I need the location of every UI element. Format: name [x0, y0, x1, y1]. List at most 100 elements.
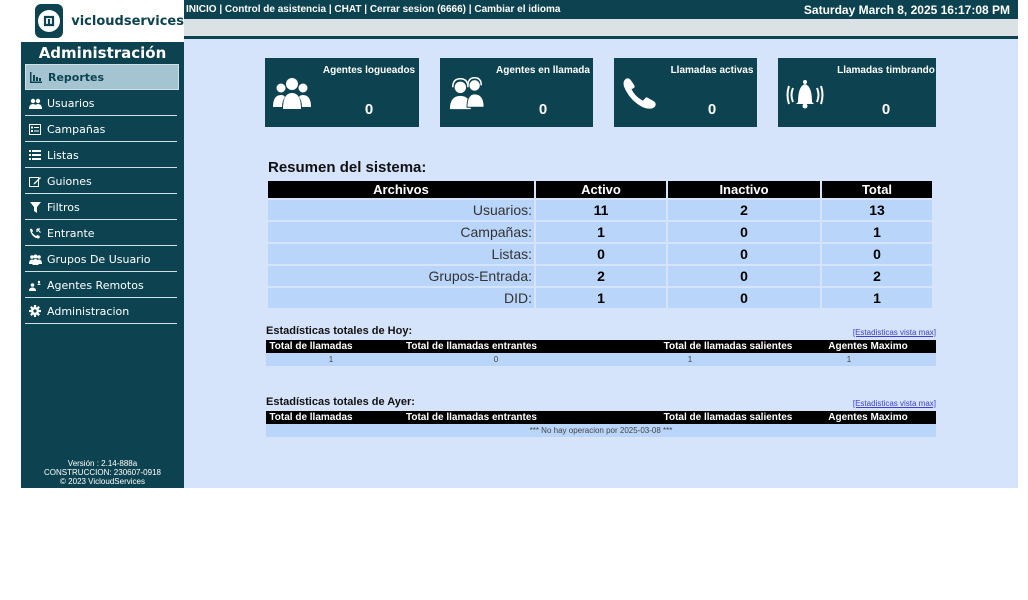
table-header-row: Total de llamadas Total de llamadas entr… — [266, 340, 936, 353]
hoy-stats-table: Total de llamadas Total de llamadas entr… — [266, 340, 936, 366]
ringing-bell-icon — [786, 75, 824, 111]
inactivo-value: 0 — [668, 266, 820, 286]
sidebar-item-listas[interactable]: Listas — [25, 143, 177, 168]
column-header: Total — [822, 181, 932, 198]
card-llamadas-activas[interactable]: Llamadas activas 0 — [614, 58, 757, 127]
sidebar: vicloudservices Administración Reportes … — [21, 0, 184, 488]
logo-icon — [35, 4, 64, 38]
column-header: Total de llamadas entrantes — [406, 341, 537, 352]
activo-value: 11 — [536, 200, 666, 220]
column-header: Activo — [536, 181, 666, 198]
table-row: Campañas: 1 0 1 — [268, 222, 932, 242]
total-llamadas-value: 1 — [328, 355, 334, 364]
total-value: 13 — [822, 200, 932, 220]
top-nav-links: INICIO | Control de asistencia | CHAT | … — [184, 4, 560, 15]
sidebar-item-label: Campañas — [47, 122, 106, 136]
sidebar-item-label: Entrante — [47, 226, 95, 240]
sidebar-item-label: Administracion — [47, 304, 130, 318]
column-header: Agentes Maximo — [828, 341, 908, 352]
card-value: 0 — [538, 101, 548, 118]
inactivo-value: 0 — [668, 288, 820, 308]
brand-name: vicloudservices — [71, 13, 184, 29]
total-value: 1 — [822, 288, 932, 308]
sidebar-nav: Reportes Usuarios Campañas Listas Guione… — [21, 64, 184, 324]
card-agentes-en-llamada[interactable]: Agentes en llamada 0 — [440, 58, 593, 127]
sidebar-item-grupos-de-usuario[interactable]: Grupos De Usuario — [25, 247, 177, 272]
card-label: Agentes logueados — [322, 65, 416, 76]
user-groups-icon — [28, 252, 42, 266]
top-link-control-asistencia[interactable]: Control de asistencia — [225, 4, 326, 15]
sidebar-item-agentes-remotos[interactable]: Agentes Remotos — [25, 273, 177, 298]
card-agentes-logueados[interactable]: Agentes logueados 0 — [265, 58, 419, 127]
sidebar-item-campanas[interactable]: Campañas — [25, 117, 177, 142]
logo[interactable]: vicloudservices — [21, 0, 184, 42]
clock: Saturday March 8, 2025 16:17:08 PM — [803, 2, 1010, 17]
card-label: Agentes en llamada — [496, 65, 590, 76]
table-row: 1 0 1 1 — [266, 353, 936, 366]
total-value: 2 — [822, 266, 932, 286]
total-entrantes-value: 0 — [493, 355, 499, 364]
phone-icon — [622, 75, 660, 111]
column-header: Total de llamadas salientes — [663, 412, 793, 423]
table-row: Grupos-Entrada: 2 0 2 — [268, 266, 932, 286]
remote-agents-icon — [28, 278, 42, 292]
activo-value: 1 — [536, 288, 666, 308]
top-link-chat[interactable]: CHAT — [334, 4, 361, 15]
table-row: DID: 1 0 1 — [268, 288, 932, 308]
row-label: Campañas: — [268, 222, 534, 242]
sidebar-item-label: Usuarios — [47, 96, 95, 110]
total-salientes-value: 1 — [687, 355, 693, 364]
top-link-inicio[interactable]: INICIO — [186, 4, 217, 15]
headset-agents-icon — [448, 75, 486, 111]
sidebar-item-guiones[interactable]: Guiones — [25, 169, 177, 194]
card-llamadas-timbrando[interactable]: Llamadas timbrando 0 — [778, 58, 936, 127]
sidebar-item-entrante[interactable]: Entrante — [25, 221, 177, 246]
sidebar-item-reportes[interactable]: Reportes — [25, 64, 179, 90]
column-header: Total de llamadas salientes — [663, 341, 793, 352]
total-value: 0 — [822, 244, 932, 264]
link-separator: | — [216, 4, 225, 15]
column-header: Archivos — [268, 181, 534, 198]
inactivo-value: 0 — [668, 244, 820, 264]
main-content: Agentes logueados 0 Agentes en llamada 0… — [184, 39, 1018, 488]
activo-value: 1 — [536, 222, 666, 242]
gear-icon — [28, 304, 42, 318]
top-link-cambiar-idioma[interactable]: Cambiar el idioma — [474, 4, 560, 15]
card-value: 0 — [707, 101, 717, 118]
sidebar-item-label: Guiones — [47, 174, 92, 188]
column-header: Agentes Maximo — [828, 412, 908, 423]
top-link-cerrar-sesion[interactable]: Cerrar sesion (6666) — [370, 4, 466, 15]
activo-value: 0 — [536, 244, 666, 264]
sidebar-item-label: Listas — [47, 148, 79, 162]
sidebar-item-administracion[interactable]: Administracion — [25, 299, 177, 324]
card-value: 0 — [881, 101, 891, 118]
edit-icon — [28, 174, 42, 188]
sidebar-item-label: Grupos De Usuario — [47, 252, 151, 266]
row-label: DID: — [268, 288, 534, 308]
table-row: Listas: 0 0 0 — [268, 244, 932, 264]
column-header: Total de llamadas — [269, 412, 353, 423]
activo-value: 2 — [536, 266, 666, 286]
filter-icon — [28, 200, 42, 214]
inactivo-value: 2 — [668, 200, 820, 220]
ayer-max-link[interactable]: [Estadisticas vista max] — [853, 399, 936, 408]
sidebar-item-label: Reportes — [48, 70, 105, 84]
column-header: Inactivo — [668, 181, 820, 198]
campaign-icon — [28, 122, 42, 136]
column-header: Total de llamadas — [269, 341, 353, 352]
row-label: Listas: — [268, 244, 534, 264]
row-label: Usuarios: — [268, 200, 534, 220]
build-line: CONSTRUCCION: 230607-0918 — [44, 468, 161, 477]
version-info: Versión : 2.14-888a CONSTRUCCION: 230607… — [21, 459, 184, 486]
sidebar-item-usuarios[interactable]: Usuarios — [25, 91, 177, 116]
sidebar-item-filtros[interactable]: Filtros — [25, 195, 177, 220]
row-label: Grupos-Entrada: — [268, 266, 534, 286]
card-value: 0 — [364, 101, 374, 118]
hoy-max-link[interactable]: [Estadisticas vista max] — [853, 328, 936, 337]
hoy-title: Estadísticas totales de Hoy: — [266, 325, 413, 337]
bar-chart-icon — [29, 70, 43, 84]
resumen-table: Archivos Activo Inactivo Total Usuarios:… — [266, 179, 934, 310]
inbound-call-icon — [28, 226, 42, 240]
users-icon — [28, 96, 42, 110]
inactivo-value: 0 — [668, 222, 820, 242]
